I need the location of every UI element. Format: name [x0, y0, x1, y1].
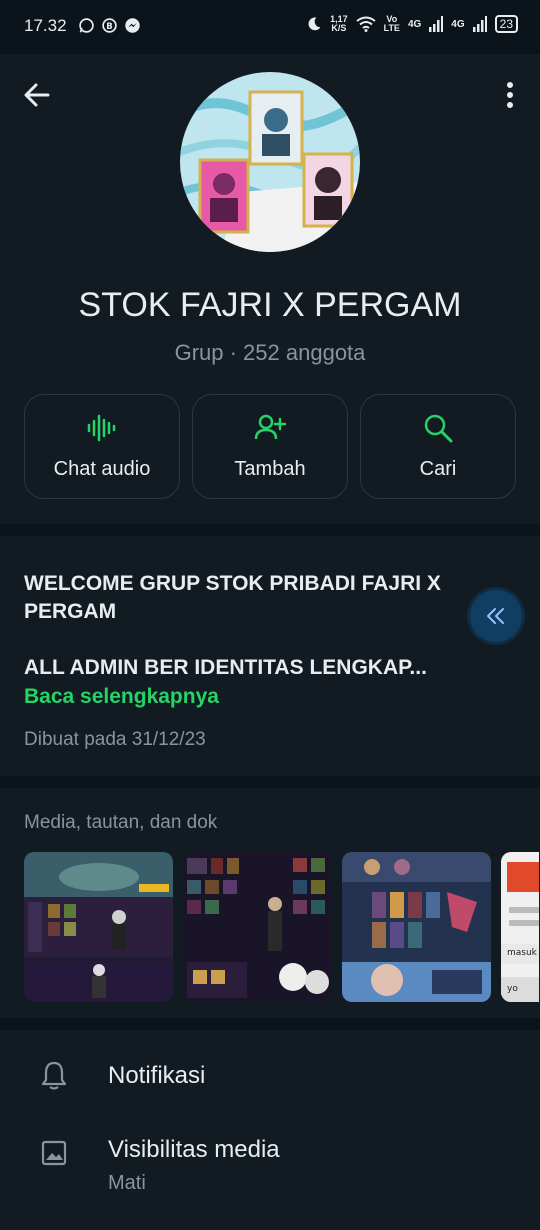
- search-label: Cari: [419, 458, 457, 480]
- moon-icon: [308, 17, 321, 31]
- media-section: Media, tautan, dan dok masuk yo: [0, 788, 540, 1018]
- group-member-count[interactable]: Grup · 252 anggota: [0, 340, 540, 366]
- search-icon: [424, 414, 453, 443]
- network-speed: 1,17 K/S: [330, 15, 348, 33]
- svg-text:B: B: [106, 22, 112, 32]
- speed-unit: K/S: [331, 23, 347, 33]
- wifi-icon: [355, 16, 376, 32]
- notification-icons: B: [78, 17, 141, 34]
- read-more-link[interactable]: Baca selengkapnya: [24, 685, 219, 709]
- media-title[interactable]: Media, tautan, dan dok: [24, 812, 217, 834]
- thumb-text-yo: yo: [507, 984, 518, 994]
- double-chevron-left-icon: [487, 608, 504, 624]
- media-thumbnail-image: [24, 852, 173, 1002]
- signal-icon: [429, 16, 444, 32]
- media-thumbnail[interactable]: [24, 852, 173, 1002]
- back-arrow-icon[interactable]: [20, 78, 54, 112]
- business-icon: B: [102, 18, 117, 33]
- battery-level: 23: [494, 15, 518, 33]
- more-options-icon[interactable]: [500, 80, 520, 110]
- audio-chat-label: Chat audio: [53, 458, 151, 480]
- collapse-button[interactable]: [470, 590, 522, 642]
- media-visibility-label: Visibilitas media: [108, 1136, 280, 1163]
- thumb-text-masuk: masuk: [507, 948, 537, 958]
- description-line-1: WELCOME GRUP STOK PRIBADI FAJRI X PERGAM: [24, 572, 441, 623]
- group-header: STOK FAJRI X PERGAM Grup · 252 anggota C…: [0, 54, 540, 524]
- add-member-label: Tambah: [234, 458, 306, 480]
- bell-icon: [41, 1061, 67, 1090]
- group-avatar[interactable]: [180, 72, 360, 252]
- search-button[interactable]: Cari: [360, 394, 516, 499]
- signal-icon: [472, 16, 487, 32]
- media-thumbnail-image: [501, 852, 539, 1002]
- lte-label: LTE: [383, 23, 400, 33]
- media-thumbnail[interactable]: [183, 852, 332, 1002]
- media-thumbnail-image: [183, 852, 332, 1002]
- media-visibility-setting[interactable]: Visibilitas media Mati: [0, 1126, 540, 1226]
- group-name: STOK FAJRI X PERGAM: [78, 286, 462, 324]
- notifications-setting[interactable]: Notifikasi: [0, 1034, 540, 1114]
- description-line-2: ALL ADMIN BER IDENTITAS LENGKAP...: [24, 656, 427, 679]
- add-person-icon: [254, 414, 286, 440]
- group-avatar-image: [180, 72, 360, 252]
- media-thumbnail[interactable]: masuk yo: [501, 852, 539, 1002]
- whatsapp-icon: [79, 18, 94, 33]
- audio-chat-button[interactable]: Chat audio: [24, 394, 180, 499]
- network-type-1: 4G: [407, 18, 422, 30]
- media-strip: masuk yo: [24, 852, 539, 1002]
- messenger-icon: [125, 18, 140, 33]
- audio-wave-icon: [87, 414, 116, 442]
- created-date: Dibuat pada 31/12/23: [24, 729, 206, 750]
- settings-list: Notifikasi Visibilitas media Mati: [0, 1030, 540, 1230]
- add-member-button[interactable]: Tambah: [192, 394, 348, 499]
- media-visibility-value: Mati: [108, 1172, 146, 1194]
- network-type-2: 4G: [451, 18, 465, 30]
- media-thumbnail[interactable]: [342, 852, 491, 1002]
- system-status-icons: 1,17 K/S Vo LTE 4G 4G 23: [306, 15, 518, 33]
- volte-indicator: Vo LTE: [384, 15, 400, 33]
- quick-actions: Chat audio Tambah Cari: [24, 394, 516, 499]
- notifications-label: Notifikasi: [108, 1062, 206, 1089]
- group-description: WELCOME GRUP STOK PRIBADI FAJRI X PERGAM…: [0, 536, 540, 776]
- status-bar: 17.32 B 1,17 K/S Vo LTE 4G 4G 23: [0, 0, 540, 54]
- image-icon: [41, 1140, 67, 1166]
- status-time: 17.32: [24, 16, 67, 35]
- media-thumbnail-image: [342, 852, 491, 1002]
